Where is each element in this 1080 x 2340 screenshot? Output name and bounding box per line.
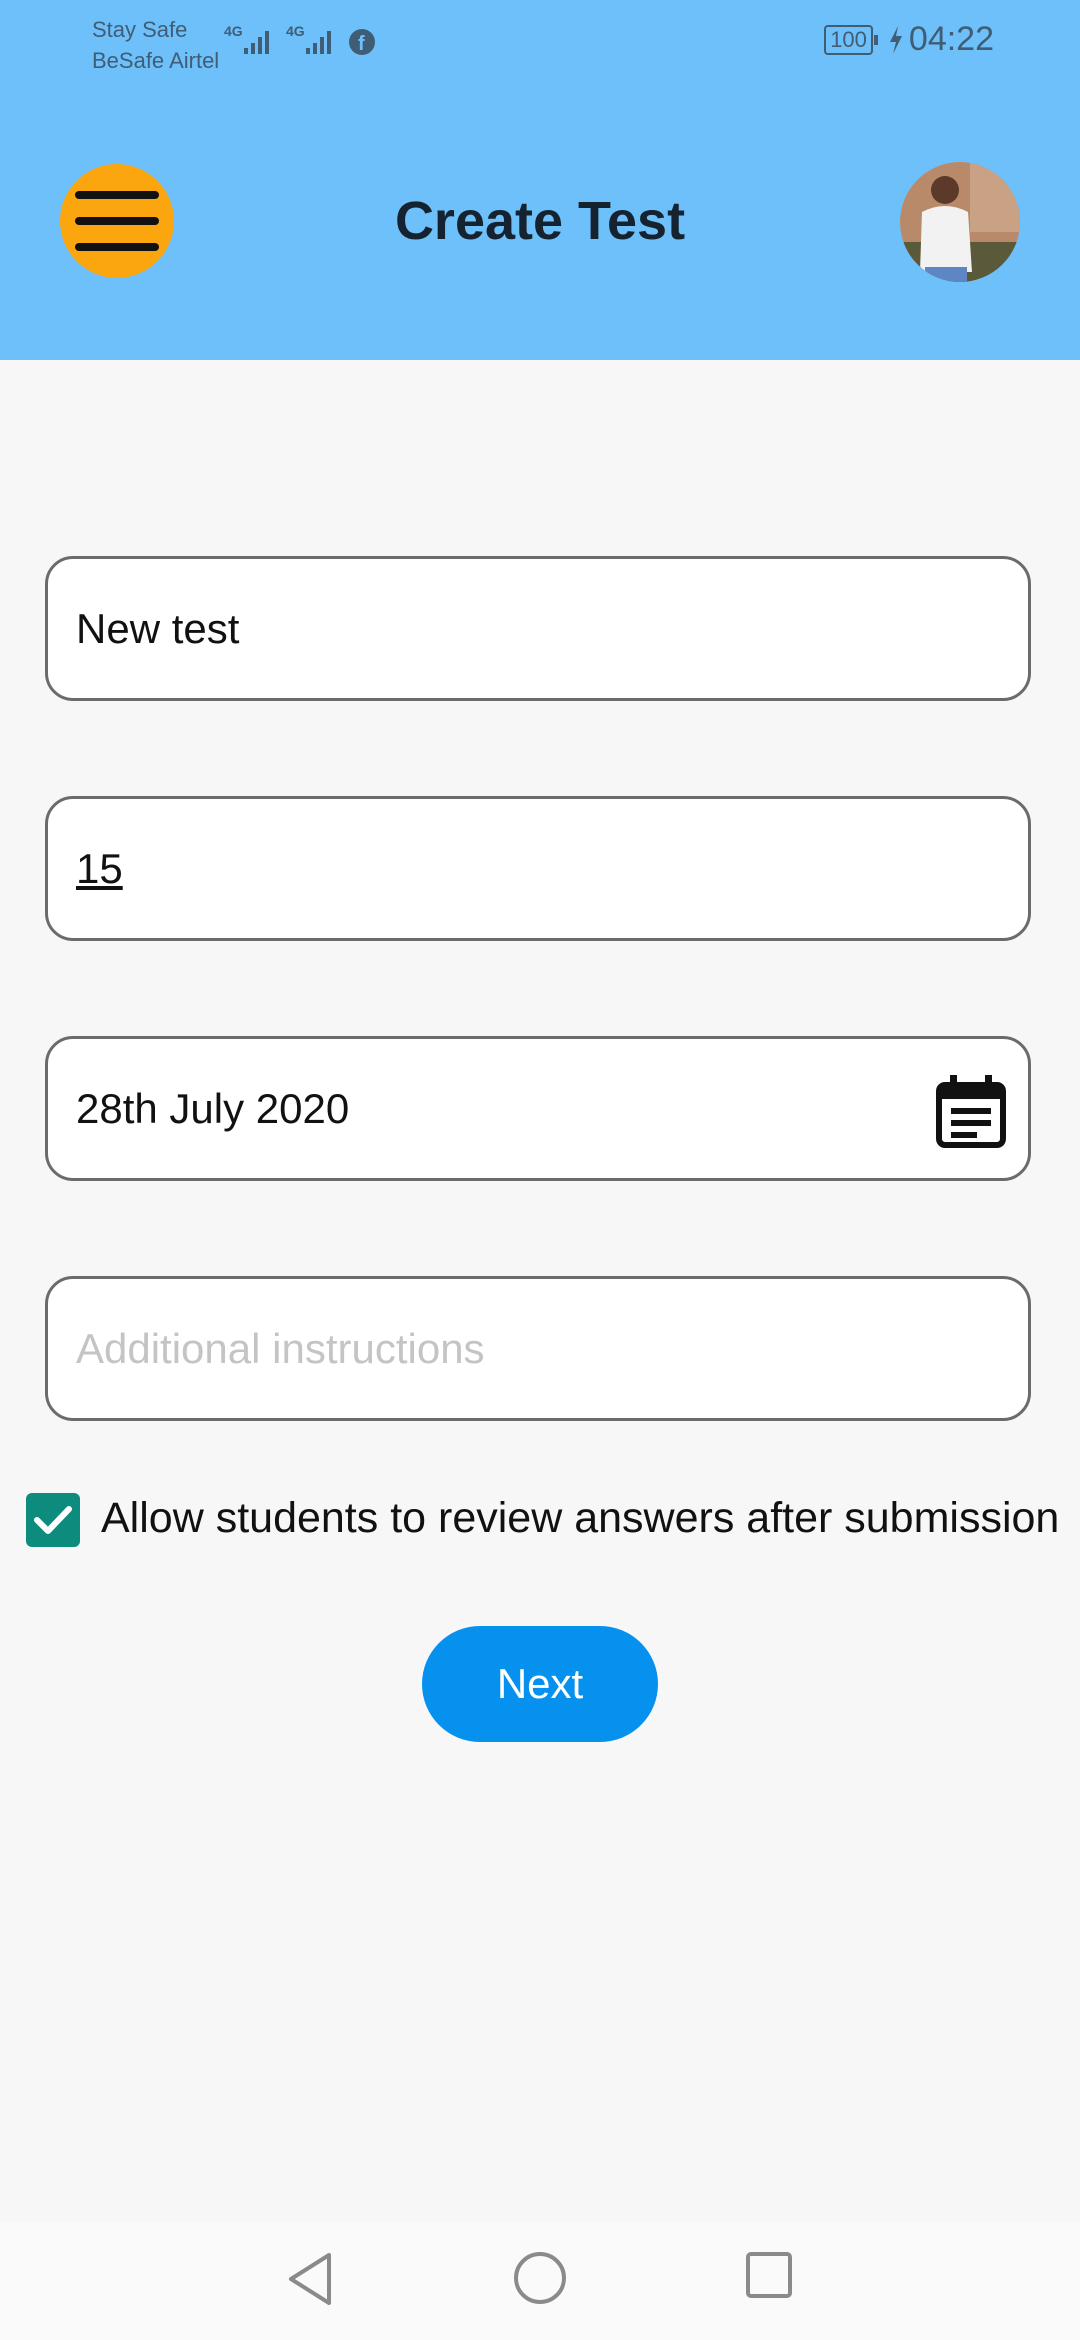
network-2-label: 4G [286,23,305,39]
network-1-label: 4G [224,23,243,39]
review-checkbox[interactable] [26,1493,80,1547]
signal-strength-icon: 4G 4G f [224,23,375,55]
test-name-field[interactable] [45,556,1031,701]
home-icon[interactable] [512,2250,568,2306]
user-avatar[interactable] [900,162,1020,282]
checkmark-icon [34,1506,72,1534]
carrier-info: Stay Safe BeSafe Airtel [92,14,219,76]
calendar-icon[interactable] [936,1075,1006,1149]
instructions-field[interactable] [45,1276,1031,1421]
app-header: Stay Safe BeSafe Airtel 4G 4G f 100 04:2… [0,0,1080,360]
duration-field[interactable] [45,796,1031,941]
svg-text:f: f [358,33,365,55]
review-checkbox-label[interactable]: Allow students to review answers after s… [101,1494,1059,1543]
carrier-line-1: Stay Safe [92,17,188,42]
next-button[interactable]: Next [422,1626,658,1742]
back-icon[interactable] [283,2250,337,2308]
battery-icon: 100 [824,24,878,55]
date-input[interactable] [76,1039,956,1178]
duration-input[interactable] [76,799,956,938]
date-field[interactable] [45,1036,1031,1181]
charging-icon [889,25,902,54]
test-name-input[interactable] [76,559,956,698]
signal-icons: 4G 4G f [224,22,384,67]
clock: 04:22 [908,20,994,58]
instructions-input[interactable] [76,1279,956,1418]
carrier-line-2: BeSafe Airtel [92,48,220,73]
system-nav-bar [0,2222,1080,2340]
recents-icon[interactable] [744,2250,794,2300]
status-right: 100 04:22 [824,20,994,59]
